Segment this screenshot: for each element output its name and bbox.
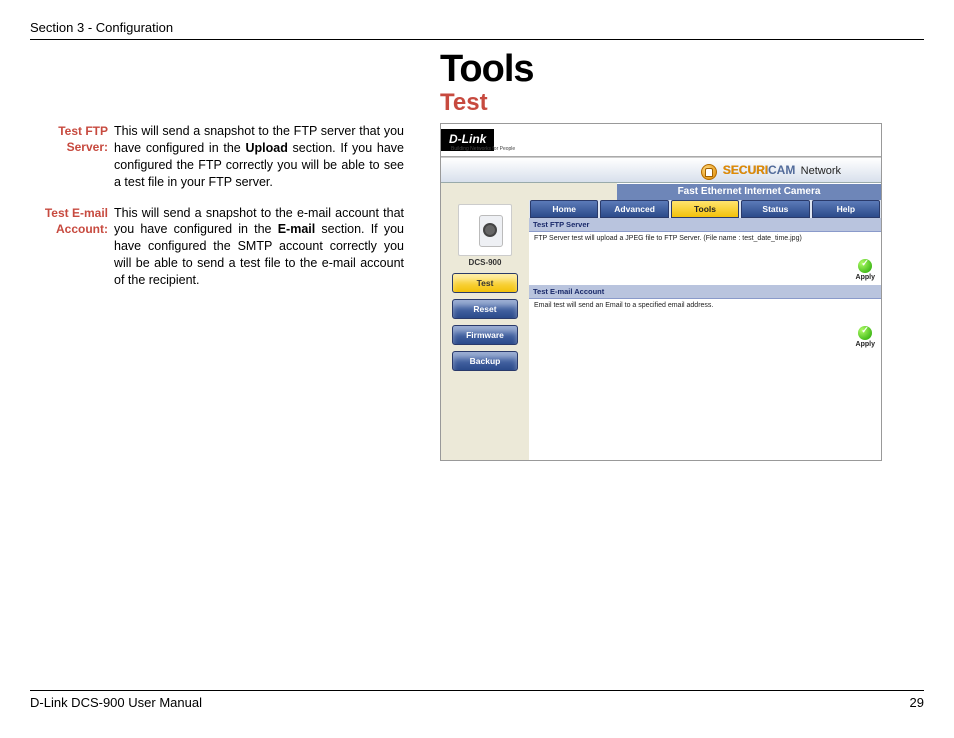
hero-sub-band: Fast Ethernet Internet Camera: [617, 183, 881, 200]
ui-main: Home Advanced Tools Status Help Test FTP…: [529, 200, 881, 460]
sidebar-item-firmware[interactable]: Firmware: [452, 325, 518, 345]
tab-help[interactable]: Help: [812, 200, 880, 218]
definition-text: This will send a snapshot to the e-mail …: [114, 205, 404, 289]
text-bold: E-mail: [278, 222, 316, 236]
camera-thumbnail: [458, 204, 512, 256]
footer-page: 29: [910, 695, 924, 710]
camera-model-label: DCS-900: [441, 258, 529, 267]
section-text: Email test will send an Email to a speci…: [534, 302, 713, 309]
section-body-ftp: FTP Server test will upload a JPEG file …: [529, 232, 881, 285]
section-header-ftp: Test FTP Server: [529, 218, 881, 232]
sidebar-item-reset[interactable]: Reset: [452, 299, 518, 319]
page-subtitle: Test: [440, 89, 924, 117]
tab-row: Home Advanced Tools Status Help: [529, 200, 881, 218]
tab-home[interactable]: Home: [530, 200, 598, 218]
tab-status[interactable]: Status: [741, 200, 809, 218]
tab-tools[interactable]: Tools: [671, 200, 739, 218]
apply-icon: [858, 259, 872, 273]
securicam-badge-icon: [701, 164, 717, 180]
hero-word-2: CAM: [768, 163, 795, 177]
section-header: Section 3 - Configuration: [30, 20, 924, 39]
definition-item: Test E-mail Account: This will send a sn…: [30, 205, 430, 289]
definition-item: Test FTP Server: This will send a snapsh…: [30, 123, 430, 191]
hero-word-1: SECURI: [723, 163, 768, 177]
definition-text: This will send a snapshot to the FTP ser…: [114, 123, 404, 191]
page-title: Tools: [440, 48, 924, 91]
hero-banner: SECURICAM Network: [441, 157, 881, 183]
ui-sidebar: DCS-900 Test Reset Firmware Backup: [441, 200, 529, 460]
ui-logo-bar: D-Link Building Networks for People: [441, 124, 881, 157]
brand-tagline: Building Networks for People: [451, 146, 515, 152]
apply-button-email[interactable]: Apply: [856, 326, 875, 348]
definition-label: Test FTP Server:: [30, 123, 114, 191]
hero-word-3: Network: [801, 165, 841, 177]
section-header-email: Test E-mail Account: [529, 285, 881, 299]
text-bold: Upload: [245, 141, 287, 155]
definitions-column: Test FTP Server: This will send a snapsh…: [30, 48, 430, 461]
footer-left: D-Link DCS-900 User Manual: [30, 695, 202, 710]
section-body-email: Email test will send an Email to a speci…: [529, 299, 881, 352]
sidebar-item-test[interactable]: Test: [452, 273, 518, 293]
apply-icon: [858, 326, 872, 340]
definition-label: Test E-mail Account:: [30, 205, 114, 289]
divider: [30, 39, 924, 40]
apply-label: Apply: [856, 274, 875, 281]
section-text: FTP Server test will upload a JPEG file …: [534, 235, 802, 242]
tab-advanced[interactable]: Advanced: [600, 200, 668, 218]
apply-label: Apply: [856, 341, 875, 348]
apply-button-ftp[interactable]: Apply: [856, 259, 875, 281]
embedded-device-ui: D-Link Building Networks for People SECU…: [440, 123, 882, 461]
sidebar-item-backup[interactable]: Backup: [452, 351, 518, 371]
